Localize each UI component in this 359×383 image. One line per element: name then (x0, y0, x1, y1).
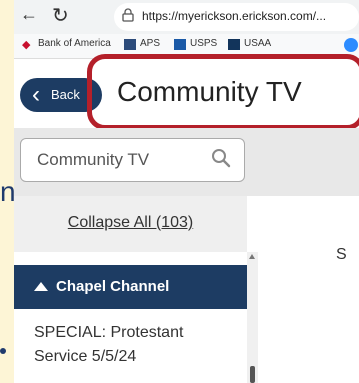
collapse-all-link[interactable]: Collapse All (103) (14, 214, 247, 232)
bank-of-america-icon: ◆ (22, 39, 31, 51)
chevron-left-icon: ‹ (32, 81, 40, 108)
page-info-icon[interactable] (122, 8, 134, 22)
reload-icon[interactable]: ↻ (52, 3, 69, 28)
bookmark-bank-of-america[interactable]: Bank of America (38, 38, 111, 49)
channel-sidebar: Collapse All (103) Chapel Channel SPECIA… (14, 196, 247, 383)
back-button-label: Back (51, 87, 80, 102)
page-title: Community TV (117, 76, 302, 107)
search-box[interactable] (20, 138, 245, 182)
caret-up-icon (34, 282, 48, 291)
search-section (14, 128, 359, 196)
frame-dot (0, 348, 6, 354)
list-item-date[interactable]: Service 5/5/24 (34, 348, 136, 366)
url-text[interactable]: https://myerickson.erickson.com/... (142, 9, 326, 23)
search-input[interactable] (35, 149, 199, 171)
scroll-up-icon[interactable] (249, 254, 255, 259)
bookmark-usps[interactable]: USPS (190, 38, 217, 49)
zoom-icon[interactable] (344, 38, 358, 52)
sidebar-scrollbar[interactable] (247, 252, 258, 383)
browser-window: ← ↻ https://myerickson.erickson.com/... … (14, 0, 359, 383)
page-header: ‹ Back Community TV (14, 54, 359, 130)
bookmark-usaa[interactable]: USAA (244, 38, 271, 49)
main-text-fragment: S (336, 246, 347, 263)
bookmark-aps[interactable]: APS (140, 38, 160, 49)
collapse-row: Collapse All (103) (14, 196, 247, 252)
channel-name: Chapel Channel (56, 278, 170, 295)
search-icon[interactable] (211, 148, 231, 168)
aps-icon (124, 39, 136, 50)
channel-group-header[interactable]: Chapel Channel (14, 265, 247, 309)
main-content: S (258, 196, 359, 383)
address-bar[interactable]: https://myerickson.erickson.com/... (114, 3, 359, 31)
usaa-icon (228, 39, 240, 50)
usps-icon (174, 39, 186, 50)
back-arrow-icon[interactable]: ← (20, 4, 38, 25)
presentation-frame: n (0, 0, 16, 383)
list-item[interactable]: SPECIAL: Protestant (34, 324, 183, 342)
scroll-thumb[interactable] (250, 366, 255, 383)
browser-toolbar: ← ↻ https://myerickson.erickson.com/... (14, 0, 359, 34)
